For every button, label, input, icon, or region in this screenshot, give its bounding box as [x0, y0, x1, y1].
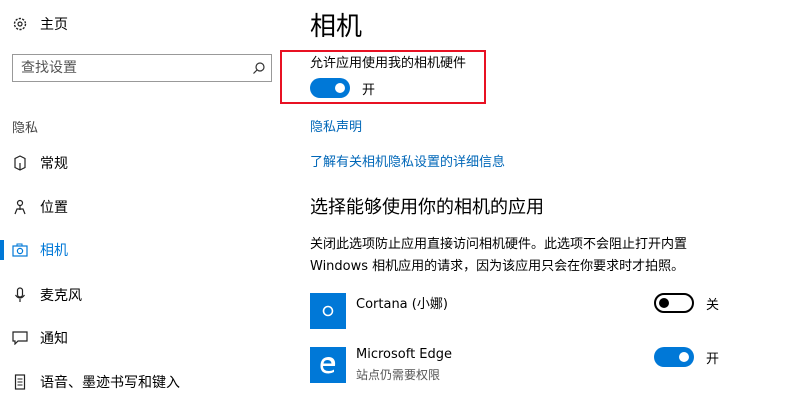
- sidebar-item-label: 相机: [40, 243, 68, 259]
- search-icon[interactable]: [247, 61, 271, 75]
- search-box[interactable]: [12, 54, 272, 82]
- main-panel: 相机 允许应用使用我的相机硬件 开 隐私声明 了解有关相机隐私设置的详细信息 选…: [280, 0, 780, 400]
- general-icon: [12, 154, 28, 172]
- sidebar-item-label: 位置: [40, 200, 68, 216]
- learn-more-link[interactable]: 了解有关相机隐私设置的详细信息: [310, 151, 505, 170]
- cortana-icon: [310, 293, 346, 329]
- gear-icon: [12, 16, 28, 32]
- toggle-knob: [659, 298, 669, 308]
- edge-toggle[interactable]: [654, 347, 694, 367]
- home-label: 主页: [40, 17, 68, 33]
- home-link[interactable]: 主页: [12, 12, 68, 36]
- location-icon: [12, 198, 28, 216]
- app-subtitle: 站点仍需要权限: [356, 368, 441, 382]
- sidebar-item-notifications[interactable]: 通知: [0, 324, 290, 352]
- sidebar-item-label: 常规: [40, 156, 68, 172]
- sidebar-item-label: 麦克风: [40, 288, 82, 304]
- sidebar-item-label: 通知: [40, 331, 68, 347]
- allow-camera-state: 开: [362, 83, 376, 98]
- edge-state: 开: [706, 352, 720, 367]
- sidebar-item-speech[interactable]: 语音、墨迹书写和键入: [0, 368, 290, 396]
- cortana-toggle[interactable]: [654, 293, 694, 313]
- allow-camera-label: 允许应用使用我的相机硬件: [310, 56, 467, 71]
- sidebar-item-microphone[interactable]: 麦克风: [0, 281, 290, 309]
- privacy-statement-link[interactable]: 隐私声明: [310, 116, 362, 135]
- toggle-knob: [679, 352, 689, 362]
- sidebar-item-location[interactable]: 位置: [0, 193, 290, 221]
- search-input[interactable]: [13, 60, 247, 76]
- toggle-knob: [335, 83, 345, 93]
- description-line: 关闭此选项防止应用直接访问相机硬件。此选项不会阻止打开内置: [310, 237, 688, 252]
- microphone-icon: [12, 286, 28, 304]
- section-description: 关闭此选项防止应用直接访问相机硬件。此选项不会阻止打开内置 Windows 相机…: [310, 234, 730, 278]
- app-name: Microsoft Edge: [356, 347, 453, 362]
- section-title: 选择能够使用你的相机的应用: [310, 197, 544, 218]
- allow-camera-toggle[interactable]: [310, 78, 350, 98]
- edge-icon: [310, 347, 346, 383]
- app-name: Cortana (小娜): [356, 297, 448, 312]
- sidebar-item-camera[interactable]: 相机: [0, 236, 290, 264]
- camera-icon: [12, 241, 28, 259]
- description-line: Windows 相机应用的请求，因为该应用只会在你要求时才拍照。: [310, 259, 685, 274]
- notification-icon: [12, 329, 28, 347]
- sidebar-item-label: 语音、墨迹书写和键入: [40, 375, 180, 391]
- sidebar: 主页 隐私 常规 位置 相机 麦克风: [0, 0, 290, 400]
- app-row-cortana: Cortana (小娜) 关: [310, 293, 730, 333]
- app-row-edge: Microsoft Edge 站点仍需要权限 开: [310, 347, 730, 387]
- privacy-group-label: 隐私: [12, 121, 39, 136]
- active-indicator: [0, 240, 4, 260]
- speech-inking-icon: [12, 373, 28, 391]
- cortana-state: 关: [706, 298, 720, 313]
- page-title: 相机: [310, 12, 363, 42]
- sidebar-item-general[interactable]: 常规: [0, 149, 290, 177]
